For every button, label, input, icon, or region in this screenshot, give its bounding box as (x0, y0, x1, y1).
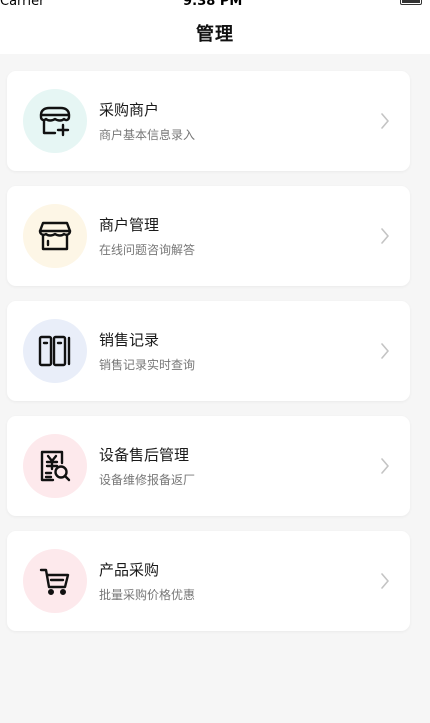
menu-icon-circle (23, 549, 87, 613)
menu-list: 采购商户 商户基本信息录入 商户管理 在线问题咨询解答 销售记录 销售记录实时查… (7, 71, 410, 646)
clock: 9:38 PM (183, 0, 243, 9)
menu-item-title: 产品采购 (99, 560, 160, 579)
menu-item-product-purchase[interactable]: 产品采购 批量采购价格优惠 (7, 531, 410, 631)
page-title: 管理 (196, 24, 234, 45)
carrier-label: Carrier (0, 0, 45, 9)
menu-item-title: 商户管理 (99, 215, 160, 234)
menu-item-text: 商户管理 在线问题咨询解答 (99, 215, 374, 258)
menu-item-text: 设备售后管理 设备维修报备返厂 (99, 445, 374, 488)
shop-icon (38, 221, 72, 251)
menu-item-subtitle: 在线问题咨询解答 (99, 242, 196, 257)
store-add-icon (39, 106, 71, 137)
battery-icon (400, 0, 422, 5)
chevron-right-icon (374, 225, 396, 247)
nav-bar: 管理 (0, 12, 430, 54)
invoice-search-icon (40, 450, 71, 482)
menu-item-subtitle: 销售记录实时查询 (99, 357, 196, 372)
menu-item-title: 销售记录 (99, 330, 160, 349)
cart-icon (39, 568, 70, 596)
status-bar: Carrier 9:38 PM (0, 0, 430, 12)
menu-item-text: 采购商户 商户基本信息录入 (99, 100, 374, 143)
menu-item-title: 设备售后管理 (99, 445, 190, 464)
menu-item-text: 产品采购 批量采购价格优惠 (99, 560, 374, 603)
menu-icon-circle (23, 319, 87, 383)
menu-icon-circle (23, 89, 87, 153)
records-icon (38, 335, 71, 367)
menu-item-after-sales[interactable]: 设备售后管理 设备维修报备返厂 (7, 416, 410, 516)
menu-item-sales-records[interactable]: 销售记录 销售记录实时查询 (7, 301, 410, 401)
menu-item-merchant-management[interactable]: 商户管理 在线问题咨询解答 (7, 186, 410, 286)
chevron-right-icon (374, 570, 396, 592)
chevron-right-icon (374, 110, 396, 132)
chevron-right-icon (374, 340, 396, 362)
menu-item-text: 销售记录 销售记录实时查询 (99, 330, 374, 373)
menu-icon-circle (23, 434, 87, 498)
menu-item-purchase-merchant[interactable]: 采购商户 商户基本信息录入 (7, 71, 410, 171)
menu-item-subtitle: 批量采购价格优惠 (99, 587, 196, 602)
menu-item-subtitle: 商户基本信息录入 (99, 127, 196, 142)
menu-item-title: 采购商户 (99, 100, 160, 119)
menu-icon-circle (23, 204, 87, 268)
chevron-right-icon (374, 455, 396, 477)
menu-item-subtitle: 设备维修报备返厂 (99, 472, 196, 487)
